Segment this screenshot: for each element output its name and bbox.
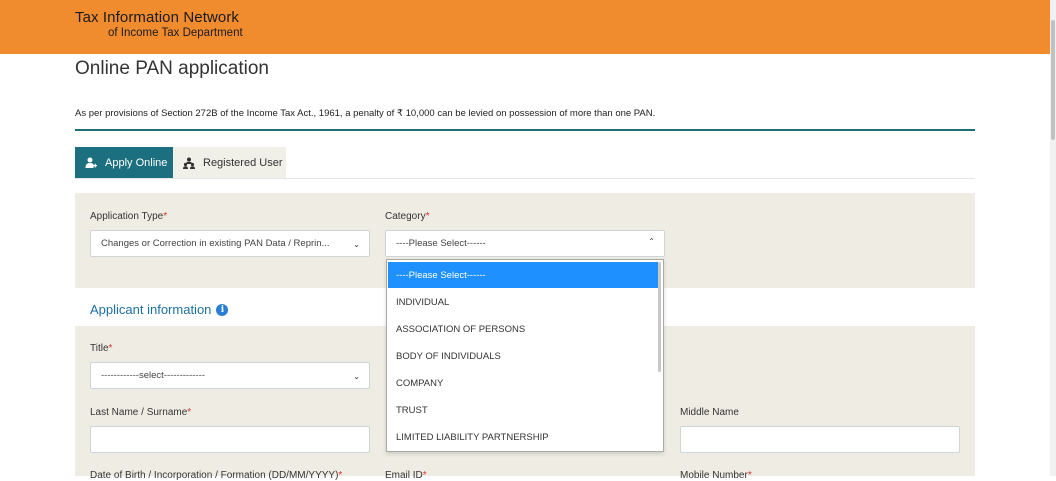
application-type-value: Changes or Correction in existing PAN Da… bbox=[101, 238, 330, 249]
category-select[interactable]: ----Please Select------ ⌃ bbox=[385, 230, 665, 257]
category-option[interactable]: ----Please Select------ bbox=[388, 262, 658, 288]
users-icon bbox=[183, 157, 195, 169]
dropdown-scrollbar[interactable] bbox=[658, 262, 661, 372]
brand-subtitle: of Income Tax Department bbox=[108, 27, 243, 39]
title-label: Title* bbox=[90, 343, 113, 354]
category-value: ----Please Select------ bbox=[396, 238, 486, 249]
chevron-down-icon: ⌄ bbox=[353, 240, 360, 249]
category-dropdown-list[interactable]: ----Please Select------ INDIVIDUAL ASSOC… bbox=[386, 259, 664, 452]
site-header: Tax Information Network of Income Tax De… bbox=[0, 0, 1056, 54]
brand-title[interactable]: Tax Information Network bbox=[75, 9, 239, 26]
page-title: Online PAN application bbox=[75, 58, 269, 79]
info-icon[interactable]: i bbox=[216, 303, 229, 316]
page-scrollbar[interactable] bbox=[1050, 0, 1056, 476]
category-label: Category* bbox=[385, 211, 430, 222]
tab-label: Registered User bbox=[203, 157, 283, 169]
user-add-icon bbox=[85, 157, 97, 168]
last-name-input[interactable] bbox=[90, 426, 370, 453]
category-option[interactable]: ASSOCIATION OF PERSONS bbox=[388, 316, 658, 342]
page-scroll-thumb[interactable] bbox=[1051, 20, 1055, 140]
title-select[interactable]: ------------select------------- ⌄ bbox=[90, 362, 370, 389]
category-option[interactable]: INDIVIDUAL bbox=[388, 289, 658, 315]
title-value: ------------select------------- bbox=[101, 370, 205, 381]
category-option[interactable]: TRUST bbox=[388, 397, 658, 423]
penalty-notice: As per provisions of Section 272B of the… bbox=[75, 108, 656, 119]
tab-label: Apply Online bbox=[105, 157, 168, 169]
divider bbox=[75, 129, 975, 131]
category-option[interactable]: LIMITED LIABILITY PARTNERSHIP bbox=[388, 424, 658, 450]
last-name-label: Last Name / Surname* bbox=[90, 407, 192, 418]
application-type-select[interactable]: Changes or Correction in existing PAN Da… bbox=[90, 230, 370, 257]
tabs-divider bbox=[75, 178, 975, 179]
chevron-down-icon: ⌄ bbox=[353, 372, 360, 381]
category-option[interactable]: COMPANY bbox=[388, 370, 658, 396]
application-type-label: Application Type* bbox=[90, 211, 168, 222]
category-option[interactable]: BODY OF INDIVIDUALS bbox=[388, 343, 658, 369]
chevron-up-icon: ⌃ bbox=[648, 237, 655, 246]
middle-name-input[interactable] bbox=[680, 426, 960, 453]
applicant-info-heading: Applicant information i bbox=[90, 302, 229, 317]
middle-name-label: Middle Name bbox=[680, 407, 739, 418]
tab-registered-user[interactable]: Registered User bbox=[173, 147, 286, 179]
tab-apply-online[interactable]: Apply Online bbox=[75, 147, 173, 179]
